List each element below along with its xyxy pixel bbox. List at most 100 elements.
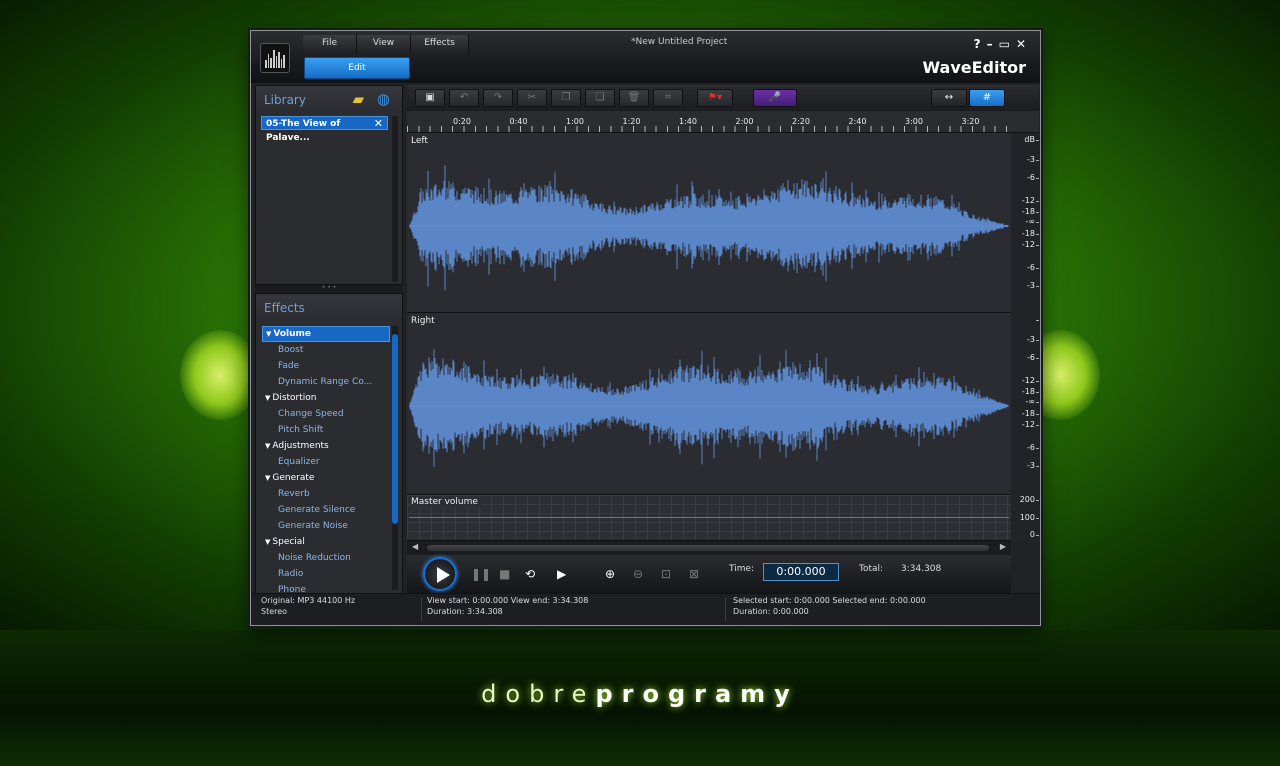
pane-splitter[interactable]: • • • (255, 285, 403, 293)
transport-bar: ❚❚ ■ ⟲ ▶ ⊕ ⊖ ⊡ ⊠ Time: 0:00.000 Total: 3… (407, 555, 1011, 595)
library-item[interactable]: 05-The View of Palave... ✕ (261, 116, 388, 143)
waveform-right (409, 329, 1009, 491)
scroll-left-icon[interactable]: ◀ (412, 542, 418, 551)
time-ruler[interactable]: 0:20 0:40 1:00 1:20 1:40 2:00 2:20 2:40 3:00 3:20 (407, 111, 1039, 133)
expand-arrow-icon[interactable]: ▼ (265, 394, 270, 402)
effect-item[interactable]: Noise Reduction (262, 550, 390, 566)
db-tick: -∞ (1025, 397, 1039, 406)
menu-file[interactable]: File (303, 35, 357, 53)
effect-item[interactable]: Equalizer (262, 454, 390, 470)
grid-view-icon[interactable]: # (969, 89, 1005, 107)
master-volume-track[interactable]: Master volume (407, 495, 1011, 541)
effect-category[interactable]: ▼ Special (262, 534, 390, 550)
total-label: Total: (859, 564, 884, 574)
open-folder-icon[interactable]: ▰ (352, 90, 364, 108)
menu-bar: File View Effects (303, 35, 469, 53)
status-view: View start: 0:00.000 View end: 3:34.308 … (427, 596, 589, 616)
menu-effects[interactable]: Effects (411, 35, 469, 53)
effect-category[interactable]: ▼ Volume (262, 326, 390, 342)
effects-title: Effects (256, 294, 402, 320)
play-button[interactable] (423, 557, 457, 591)
library-item-label: 05-The View of Palave... (266, 119, 341, 143)
remove-icon[interactable]: ✕ (374, 117, 383, 131)
effect-category-label: Volume (273, 329, 312, 339)
db-tick: -6 (1027, 353, 1039, 362)
maximize-button[interactable]: ▭ (999, 37, 1010, 51)
db-tick: -12 (1021, 376, 1040, 385)
db-tick: -12 (1021, 420, 1040, 429)
master-volume-line[interactable] (409, 517, 1009, 518)
db-scale-left: dB -3 -6 -12 -18 -∞ -18 -12 -6 -3 (1011, 133, 1040, 313)
waveform-left-graphic (409, 165, 1009, 290)
effect-item[interactable]: Fade (262, 358, 390, 374)
window-controls: ? – ▭ ✕ (974, 37, 1026, 51)
wave-editor-window: File View Effects Edit *New Untitled Pro… (250, 30, 1041, 626)
zoom-selection-icon[interactable]: ⊡ (661, 567, 671, 581)
effect-item[interactable]: Dynamic Range Co... (262, 374, 390, 390)
expand-arrow-icon[interactable]: ▼ (265, 442, 270, 450)
edit-tab-button[interactable]: Edit (304, 57, 410, 79)
effect-category[interactable]: ▼ Generate (262, 470, 390, 486)
effect-category-label: Generate (272, 473, 315, 483)
track-right[interactable]: Right (407, 313, 1011, 495)
effect-item[interactable]: Radio (262, 566, 390, 582)
track-left[interactable]: Left (407, 133, 1011, 313)
effect-category-label: Adjustments (272, 441, 329, 451)
effect-item[interactable]: Generate Silence (262, 502, 390, 518)
editor-area: ▣ ↶ ↷ ✂ ❐ ❏ 🗑 ⌗ ⚑▾ 🎤 ↔ # 0:20 0:40 1:00 1:20 1:40 2:00 2:… (407, 85, 1040, 595)
ruler-label: 3:20 (961, 117, 980, 126)
effect-category[interactable]: ▼ Distortion (262, 390, 390, 406)
effects-scroll-thumb[interactable] (392, 334, 398, 524)
menu-view[interactable]: View (357, 35, 411, 53)
microphone-icon[interactable]: 🎤 (753, 89, 797, 107)
crop-icon[interactable]: ⌗ (653, 89, 683, 107)
library-panel: Library ▰ ◍ 05-The View of Palave... ✕ (255, 85, 403, 285)
undo-icon[interactable]: ↶ (449, 89, 479, 107)
expand-arrow-icon[interactable]: ▼ (265, 538, 270, 546)
total-value: 3:34.308 (901, 564, 942, 574)
library-scrollbar[interactable] (392, 116, 398, 282)
marker-flag-icon[interactable]: ⚑▾ (697, 89, 733, 107)
scroll-right-icon[interactable]: ▶ (1000, 542, 1006, 551)
db-scale-right: -3 -6 -12 -18 -∞ -18 -12 -6 -3 (1011, 313, 1040, 495)
ruler-label: 1:00 (566, 117, 584, 126)
play-selection-icon[interactable]: ▶ (557, 567, 566, 581)
zoom-in-icon[interactable]: ⊕ (605, 567, 615, 581)
expand-arrow-icon[interactable]: ▼ (265, 474, 270, 482)
ruler-label: 0:40 (509, 117, 528, 126)
db-tick: -3 (1027, 461, 1039, 470)
pause-icon[interactable]: ❚❚ (471, 567, 491, 581)
effect-item[interactable]: Pitch Shift (262, 422, 390, 438)
copy-icon[interactable]: ❐ (551, 89, 581, 107)
minimize-button[interactable]: – (987, 37, 993, 51)
help-button[interactable]: ? (974, 37, 981, 51)
effect-item[interactable]: Change Speed (262, 406, 390, 422)
expand-arrow-icon[interactable]: ▼ (266, 330, 271, 338)
cut-icon[interactable]: ✂ (517, 89, 547, 107)
effects-scrollbar[interactable] (392, 326, 398, 590)
globe-icon[interactable]: ◍ (377, 90, 390, 108)
effect-item[interactable]: Boost (262, 342, 390, 358)
master-volume-label: Master volume (411, 497, 482, 507)
loop-icon[interactable]: ⟲ (525, 567, 535, 581)
db-tick: -3 (1027, 155, 1039, 164)
zoom-fit-icon[interactable]: ⊠ (689, 567, 699, 581)
db-tick: -3 (1027, 281, 1039, 290)
fit-view-icon[interactable]: ↔ (931, 89, 967, 107)
horizontal-scroll-thumb[interactable] (427, 545, 989, 551)
effect-item[interactable]: Reverb (262, 486, 390, 502)
db-tick: -18 (1021, 387, 1040, 396)
app-logo-icon (260, 43, 290, 73)
zoom-out-icon[interactable]: ⊖ (633, 567, 643, 581)
save-icon[interactable]: ▣ (415, 89, 445, 107)
stop-icon[interactable]: ■ (499, 567, 510, 581)
effect-category[interactable]: ▼ Adjustments (262, 438, 390, 454)
paste-icon[interactable]: ❏ (585, 89, 615, 107)
redo-icon[interactable]: ↷ (483, 89, 513, 107)
db-tick: -12 (1021, 196, 1040, 205)
close-button[interactable]: ✕ (1016, 37, 1026, 51)
effect-item[interactable]: Generate Noise (262, 518, 390, 534)
horizontal-scrollbar[interactable]: ◀ ▶ (407, 541, 1011, 555)
time-field[interactable]: 0:00.000 (763, 563, 839, 581)
delete-icon[interactable]: 🗑 (619, 89, 649, 107)
